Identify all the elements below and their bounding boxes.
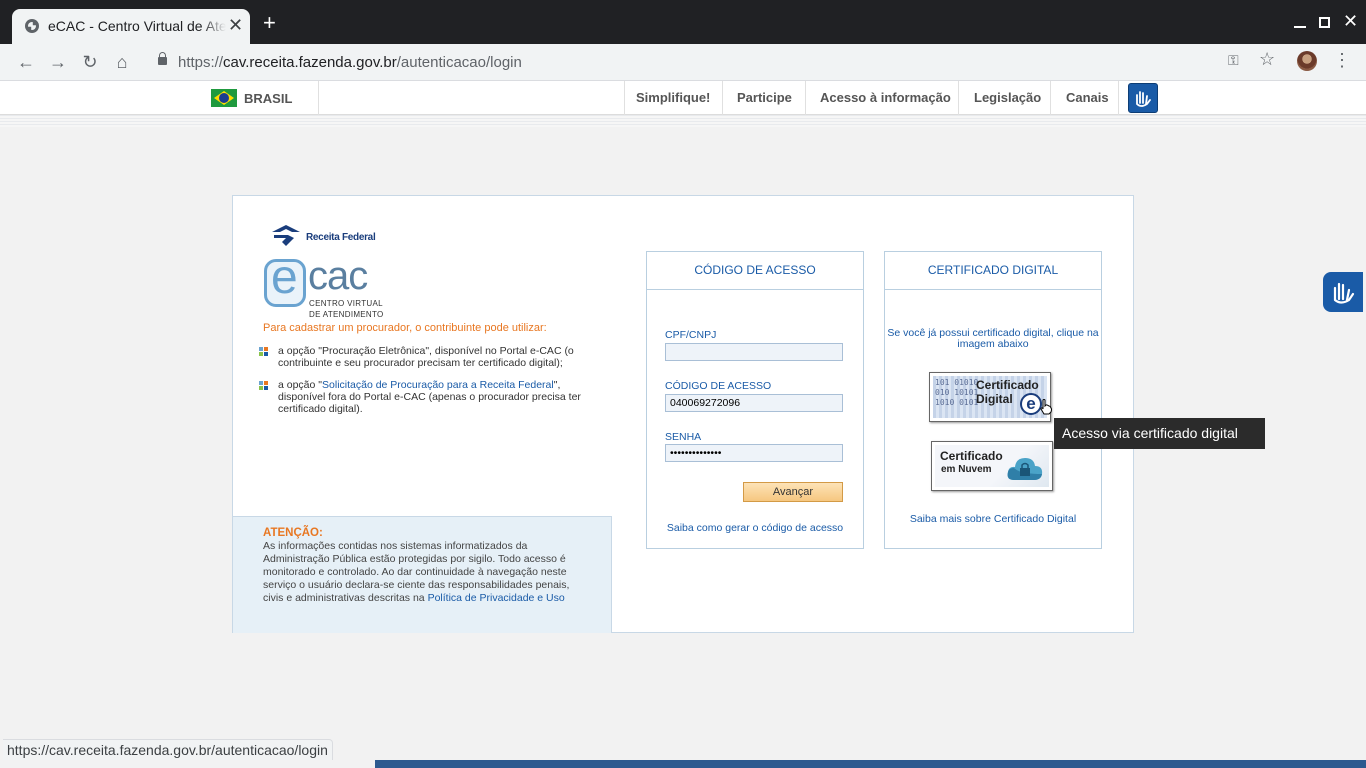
certificado-digital-label-1: Certificado	[976, 378, 1039, 392]
codigo-acesso-label: CÓDIGO DE ACESSO	[665, 380, 772, 392]
certificado-digital-label-2: Digital	[976, 392, 1013, 406]
senha-label: SENHA	[665, 431, 702, 443]
accessibility-hands-icon[interactable]	[1128, 83, 1158, 113]
certificado-digital-title: CERTIFICADO DIGITAL	[885, 252, 1101, 290]
tab-title: eCAC - Centro Virtual de Atendimento	[48, 18, 226, 34]
url-text: https://cav.receita.fazenda.gov.br/auten…	[178, 54, 522, 71]
divider	[1050, 81, 1051, 115]
solicitacao-procuracao-link[interactable]: Solicitação de Procuração para a Receita…	[322, 379, 554, 391]
home-button[interactable]: ⌂	[111, 51, 133, 73]
globe-icon	[25, 19, 39, 33]
bullet-icon	[259, 347, 269, 357]
codigo-acesso-title: CÓDIGO DE ACESSO	[647, 252, 863, 290]
address-bar[interactable]: https://cav.receita.fazenda.gov.br/auten…	[146, 48, 1286, 77]
brazil-flag-icon	[211, 89, 237, 107]
hand-cursor-icon	[1040, 399, 1052, 415]
forward-button[interactable]: →	[47, 51, 69, 73]
page-bottom-line	[0, 760, 1366, 768]
cloud-lock-icon	[1007, 458, 1043, 480]
certificado-digital-panel: CERTIFICADO DIGITAL Se você já possui ce…	[884, 251, 1102, 549]
divider	[1118, 81, 1119, 115]
codigo-acesso-panel: CÓDIGO DE ACESSO CPF/CNPJ CÓDIGO DE ACES…	[646, 251, 864, 549]
procurador-option-1: a opção "Procuração Eletrônica", disponí…	[259, 345, 608, 369]
gov-bar: BRASIL Simplifique! Participe Acesso à i…	[0, 81, 1366, 115]
gov-link-canais[interactable]: Canais	[1066, 90, 1109, 105]
ecac-logo-e: e	[264, 254, 306, 307]
attention-box: ATENÇÃO: As informações contidas nos sis…	[233, 516, 612, 633]
gov-link-legislacao[interactable]: Legislação	[974, 90, 1041, 105]
profile-avatar[interactable]	[1297, 51, 1317, 71]
certificado-nuvem-label-1: Certificado	[940, 449, 1003, 463]
vlibras-widget-icon[interactable]	[1323, 272, 1363, 312]
key-icon[interactable]: ⚿	[1228, 52, 1239, 69]
divider	[624, 81, 625, 115]
close-tab-icon[interactable]: ✕	[228, 16, 243, 34]
gov-brasil-link[interactable]: BRASIL	[244, 91, 292, 106]
privacy-policy-link[interactable]: Política de Privacidade e Uso	[428, 592, 565, 604]
e-certificate-icon: e	[1020, 393, 1042, 415]
gov-link-acesso-informacao[interactable]: Acesso à informação	[820, 90, 951, 105]
gov-link-simplifique[interactable]: Simplifique!	[636, 90, 710, 105]
bookmark-star-icon[interactable]: ☆	[1259, 49, 1275, 70]
attention-text: As informações contidas nos sistemas inf…	[263, 540, 570, 604]
codigo-acesso-input[interactable]	[665, 394, 843, 412]
gerar-codigo-link[interactable]: Saiba como gerar o código de acesso	[647, 522, 863, 534]
avancar-button[interactable]: Avançar	[743, 482, 843, 502]
receita-federal-logo: Receita Federal	[270, 224, 380, 248]
login-card: Receita Federal e cac CENTRO VIRTUAL DE …	[232, 195, 1134, 633]
browser-toolbar: ← → ↻ ⌂ https://cav.receita.fazenda.gov.…	[0, 44, 1366, 81]
certificate-tooltip: Acesso via certificado digital	[1054, 418, 1265, 449]
bullet-icon	[259, 381, 269, 391]
gov-bar-shadow	[0, 115, 1366, 127]
receita-federal-text: Receita Federal	[306, 232, 376, 243]
attention-title: ATENÇÃO:	[263, 527, 323, 539]
ecac-logo-subtitle: CENTRO VIRTUAL DE ATENDIMENTO	[309, 299, 384, 319]
tab-title-fade	[202, 13, 226, 39]
divider	[318, 81, 319, 115]
new-tab-button[interactable]: +	[263, 12, 276, 34]
browser-menu-icon[interactable]: ⋮	[1333, 50, 1351, 71]
minimize-window-button[interactable]	[1294, 26, 1306, 28]
procurador-option-2: a opção "Solicitação de Procuração para …	[259, 379, 608, 415]
browser-tab[interactable]: eCAC - Centro Virtual de Atendimento ✕	[12, 9, 250, 44]
divider	[722, 81, 723, 115]
certificado-digital-button[interactable]: 101 01010 010 10101 1010 0101 Certificad…	[929, 372, 1051, 422]
divider	[805, 81, 806, 115]
cpf-label: CPF/CNPJ	[665, 329, 717, 341]
saiba-mais-certificado-link[interactable]: Saiba mais sobre Certificado Digital	[885, 513, 1101, 525]
binary-pattern: 101 01010 010 10101 1010 0101	[935, 378, 979, 407]
maximize-window-button[interactable]	[1319, 17, 1330, 28]
certificado-nuvem-button[interactable]: Certificado em Nuvem	[931, 441, 1053, 491]
reload-button[interactable]: ↻	[79, 51, 101, 73]
lock-icon[interactable]	[158, 52, 167, 65]
ecac-logo-text: cac	[308, 254, 368, 298]
gov-link-participe[interactable]: Participe	[737, 90, 792, 105]
cpf-cnpj-input[interactable]	[665, 343, 843, 361]
back-button[interactable]: ←	[15, 51, 37, 73]
certificado-intro-text: Se você já possui certificado digital, c…	[887, 327, 1099, 350]
procurador-title: Para cadastrar um procurador, o contribu…	[263, 322, 547, 334]
senha-input[interactable]	[665, 444, 843, 462]
close-window-button[interactable]: ✕	[1343, 12, 1358, 30]
certificado-nuvem-label-2: em Nuvem	[941, 464, 992, 475]
browser-titlebar: eCAC - Centro Virtual de Atendimento ✕ +…	[0, 0, 1366, 44]
divider	[958, 81, 959, 115]
